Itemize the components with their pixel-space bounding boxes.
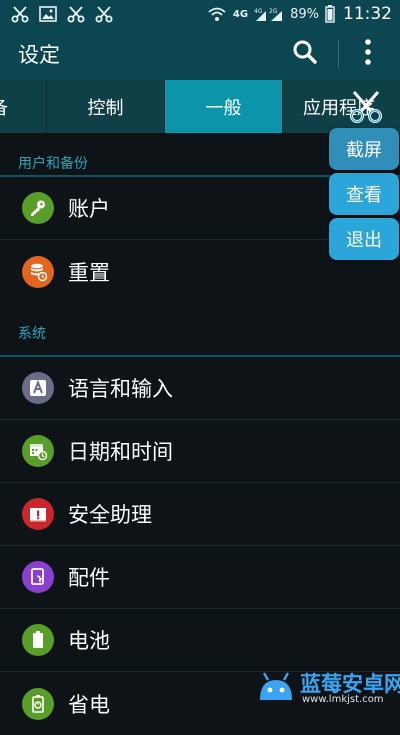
list-item-label: 账户 bbox=[68, 197, 110, 221]
accessory-icon bbox=[22, 561, 54, 593]
list-item-label: 语言和输入 bbox=[68, 377, 173, 401]
settings-tabs: 备 控制 一般 应用程序 bbox=[0, 80, 400, 133]
tab-general[interactable]: 一般 bbox=[165, 80, 283, 133]
battery-icon bbox=[325, 4, 335, 24]
calendar-clock-icon bbox=[22, 435, 54, 467]
action-bar: 设定 bbox=[0, 28, 400, 80]
more-options-button[interactable] bbox=[350, 36, 386, 72]
list-item-label: 配件 bbox=[68, 566, 110, 590]
list-item-label: 电池 bbox=[68, 629, 110, 653]
language-icon bbox=[22, 372, 54, 404]
scissors-icon bbox=[66, 4, 86, 24]
list-item-label: 安全助理 bbox=[68, 503, 152, 527]
status-bar: 4G 4G 2G 89% 11:32 bbox=[0, 0, 400, 28]
tab-label: 一般 bbox=[205, 97, 242, 119]
list-item-label: 省电 bbox=[68, 692, 110, 717]
search-button[interactable] bbox=[288, 38, 322, 70]
image-icon bbox=[38, 4, 58, 24]
list-item-language-input[interactable]: 语言和输入 bbox=[0, 357, 400, 420]
action-bar-divider bbox=[338, 40, 339, 68]
tab-label: 备 bbox=[0, 94, 8, 120]
section-header-system: 系统 bbox=[0, 323, 400, 357]
watermark: 蓝莓安卓网 www.lmkjst.com bbox=[250, 658, 400, 711]
android-logo-icon bbox=[256, 666, 296, 706]
clock: 11:32 bbox=[343, 4, 392, 24]
power-saving-icon bbox=[22, 687, 54, 720]
list-item-security-assistant[interactable]: 安全助理 bbox=[0, 483, 400, 546]
scissors-icon bbox=[10, 4, 30, 24]
scissors-icon bbox=[94, 4, 114, 24]
watermark-url: www.lmkjst.com bbox=[302, 694, 384, 705]
alert-icon bbox=[22, 498, 54, 530]
floating-scissors-handle[interactable] bbox=[346, 88, 386, 128]
capture-screen-button[interactable]: 截屏 bbox=[329, 128, 399, 170]
database-reset-icon bbox=[22, 255, 54, 288]
page-title: 设定 bbox=[18, 43, 60, 67]
network-type-label: 4G bbox=[254, 8, 263, 15]
network-type-label: 2G bbox=[269, 8, 278, 15]
tab-backup[interactable]: 备 bbox=[0, 80, 47, 133]
more-vertical-icon bbox=[364, 38, 372, 70]
tab-label: 控制 bbox=[87, 97, 124, 119]
list-item-date-time[interactable]: 日期和时间 bbox=[0, 420, 400, 483]
exit-tool-button[interactable]: 退出 bbox=[329, 218, 399, 260]
tab-controls[interactable]: 控制 bbox=[47, 80, 165, 133]
list-item-accessories[interactable]: 配件 bbox=[0, 546, 400, 609]
network-type-label: 4G bbox=[232, 8, 249, 20]
key-icon bbox=[22, 192, 54, 224]
list-item-label: 重置 bbox=[68, 260, 110, 285]
view-screenshot-button[interactable]: 查看 bbox=[329, 173, 399, 215]
battery-percent: 89% bbox=[290, 6, 319, 22]
list-item-label: 日期和时间 bbox=[68, 440, 173, 464]
battery-icon bbox=[22, 624, 54, 656]
signal-icon: 4G 2G bbox=[254, 4, 284, 24]
wifi-icon bbox=[207, 4, 227, 24]
search-icon bbox=[292, 39, 318, 69]
